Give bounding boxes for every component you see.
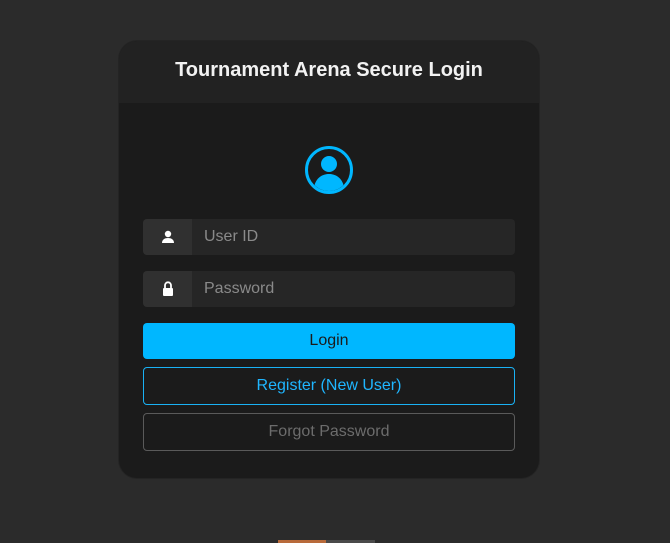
user-id-field — [143, 219, 515, 255]
password-input[interactable] — [192, 271, 515, 307]
page-title: Tournament Arena Secure Login — [175, 59, 483, 81]
login-card: Tournament Arena Secure Login User ID Lo… — [119, 41, 539, 478]
lock-icon — [143, 271, 192, 307]
register-button[interactable]: Register (New User) — [143, 367, 515, 405]
user-circle-icon — [305, 146, 353, 194]
avatar-container — [119, 145, 539, 195]
card-header: Tournament Arena Secure Login — [119, 41, 539, 103]
user-id-input[interactable] — [192, 219, 515, 255]
login-button[interactable]: Login — [143, 323, 515, 359]
password-field — [143, 271, 515, 307]
forgot-password-button[interactable]: Forgot Password — [143, 413, 515, 451]
page: Tournament Arena Secure Login User ID Lo… — [0, 0, 670, 543]
user-icon — [143, 219, 192, 255]
